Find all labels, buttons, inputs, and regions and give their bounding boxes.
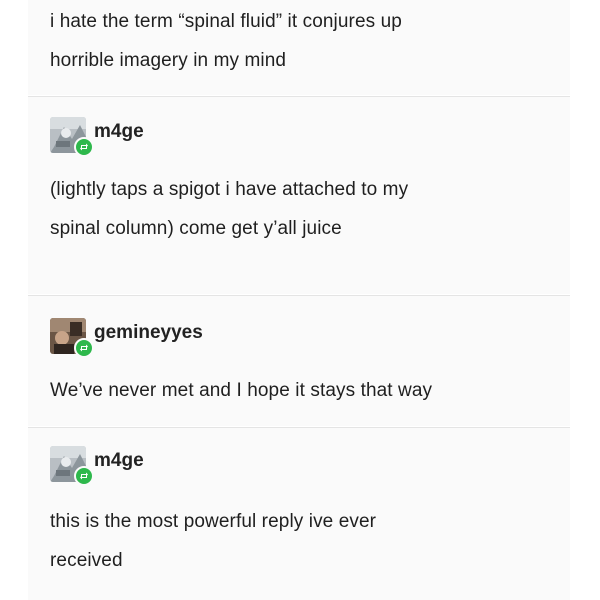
post-text-line: (lightly taps a spigot i have attached t…	[50, 179, 409, 200]
post-text-line: spinal column) come get y’all juice	[50, 218, 342, 239]
post-text-line: We’ve never met and I hope it stays that…	[50, 380, 433, 401]
reply-header: m4ge	[50, 117, 350, 157]
post-text-line: horrible imagery in my mind	[50, 50, 287, 71]
reply-header: gemineyyes	[50, 318, 350, 358]
post-text: this is the most powerful reply ive ever…	[50, 504, 376, 578]
post-text-line: i hate the term “spinal fluid” it conjur…	[50, 11, 402, 32]
reblog-icon	[74, 466, 94, 486]
reblog-icon	[74, 338, 94, 358]
username[interactable]: gemineyyes	[94, 322, 203, 344]
post-text: (lightly taps a spigot i have attached t…	[50, 172, 408, 246]
post-text-line: received	[50, 550, 123, 571]
reply-post: m4ge this is the most powerful reply ive…	[28, 428, 570, 600]
tumblr-thread: i hate the term “spinal fluid” it conjur…	[0, 0, 600, 600]
reply-post: m4ge (lightly taps a spigot i have attac…	[28, 97, 570, 294]
post-text: i hate the term “spinal fluid” it conjur…	[50, 4, 402, 78]
reblog-icon	[74, 137, 94, 157]
post-text: We’ve never met and I hope it stays that…	[50, 373, 432, 408]
original-post: i hate the term “spinal fluid” it conjur…	[28, 0, 570, 95]
reply-header: m4ge	[50, 446, 350, 486]
reply-post: gemineyyes We’ve never met and I hope it…	[28, 296, 570, 426]
username[interactable]: m4ge	[94, 121, 144, 143]
post-text-line: this is the most powerful reply ive ever	[50, 511, 377, 532]
username[interactable]: m4ge	[94, 450, 144, 472]
